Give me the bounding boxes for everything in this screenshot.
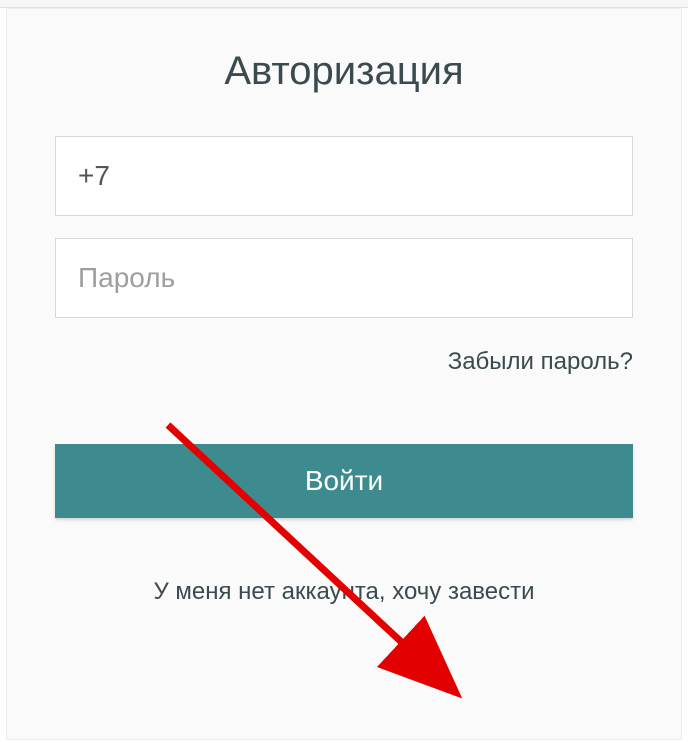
forgot-password-link[interactable]: Забыли пароль?	[55, 348, 633, 376]
password-input[interactable]	[55, 238, 633, 318]
auth-form-container: Авторизация Забыли пароль? Войти У меня …	[6, 8, 682, 740]
login-button[interactable]: Войти	[55, 444, 633, 518]
page-title: Авторизация	[55, 49, 633, 94]
signup-link[interactable]: У меня нет аккаунта, хочу завести	[55, 578, 633, 606]
phone-input[interactable]	[55, 136, 633, 216]
top-divider	[0, 0, 688, 8]
